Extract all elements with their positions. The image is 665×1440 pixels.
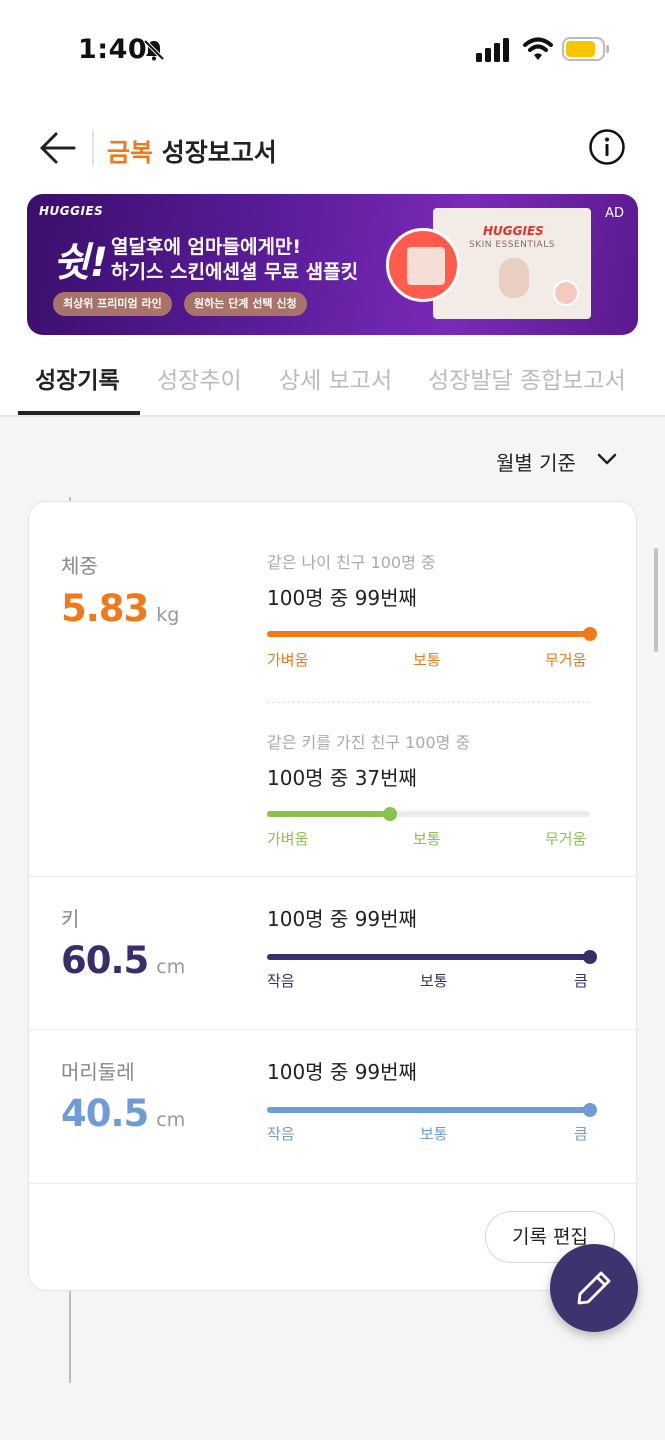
ad-product-brand: HUGGIES [483,224,544,238]
status-time: 1:40 [78,34,148,65]
timeline-line-lower [69,1291,71,1383]
weight-age-scale-high: 무거움 [545,651,587,669]
head-bar [267,1103,597,1117]
back-arrow-icon[interactable] [38,128,78,168]
tab-bar: 성장기록 성장추이 상세 보고서 성장발달 종합보고서 [0,335,665,417]
head-number: 40.5 [61,1092,149,1135]
header-divider [92,130,94,166]
head-label: 머리둘레 [61,1060,135,1084]
head-bar-fill [267,1107,590,1113]
height-bar-marker [583,950,597,964]
ad-sample-pack [407,247,445,285]
tab-growth-trend[interactable]: 성장추이 [157,361,242,395]
height-unit: cm [156,956,186,978]
weight-height-scale-mid: 보통 [413,830,441,848]
ad-product-badge [553,280,579,306]
head-scale-high: 큼 [574,1125,588,1143]
height-scale-low: 작음 [267,972,295,990]
head-scale-low: 작음 [267,1125,295,1143]
weight-height-caption: 같은 키를 가진 친구 100명 중 [267,733,471,752]
ad-baby-illustration [499,258,529,298]
weight-age-bar [267,627,597,641]
height-bar-fill [267,954,590,960]
weight-height-bar [267,807,590,821]
report-title: 성장보고서 [161,138,277,167]
battery-icon [562,37,609,61]
add-record-fab[interactable] [550,1244,638,1332]
ad-brand-logo: HUGGIES [39,204,104,218]
weight-unit: kg [156,604,180,626]
weight-age-rank: 100명 중 99번째 [267,586,417,610]
dashed-separator [267,702,590,703]
edit-section: 기록 편집 [29,1183,638,1290]
weight-age-scale-low: 가벼움 [267,651,309,669]
growth-record-card: 체중 5.83 kg 같은 나이 친구 100명 중 100명 중 99번째 가벼… [28,501,638,1291]
status-bar: 1:40 [0,0,665,100]
height-rank: 100명 중 99번째 [267,907,417,931]
weight-height-rank: 100명 중 37번째 [267,766,417,790]
signal-icon [476,38,509,62]
weight-height-bar-marker [382,807,397,821]
tab-development-report[interactable]: 성장발달 종합보고서 [428,361,626,395]
ad-headline-line2: 하기스 스킨에센셜 무료 샘플킷 [111,261,359,283]
active-tab-indicator [18,411,140,415]
bell-muted-icon [143,39,165,61]
scrollbar[interactable] [654,548,658,652]
top-app-bar: 금복 성장보고서 [0,100,665,194]
weight-age-bar-fill [267,631,590,637]
weight-label: 체중 [61,554,98,578]
head-value: 40.5 cm [61,1092,185,1135]
weight-height-bar-fill [267,811,390,817]
weight-number: 5.83 [61,587,149,630]
tab-growth-record[interactable]: 성장기록 [35,361,120,395]
head-section: 머리둘레 40.5 cm 100명 중 99번째 작음 보통 큼 [29,1029,638,1183]
page-title: 금복 성장보고서 [107,133,277,169]
ad-sample-kit-image [386,228,460,302]
weight-age-scale-mid: 보통 [413,651,441,669]
weight-age-bar-marker [583,627,597,641]
head-rank: 100명 중 99번째 [267,1060,417,1084]
height-scale-mid: 보통 [420,972,448,990]
ad-headline-big: 쉿! [53,240,109,286]
head-bar-marker [583,1103,597,1117]
weight-height-scale-high: 무거움 [545,830,587,848]
tab-detail-report[interactable]: 상세 보고서 [279,361,392,395]
weight-value: 5.83 kg [61,587,179,630]
ad-product-sub: SKIN ESSENTIALS [469,240,555,250]
weight-section: 체중 5.83 kg 같은 나이 친구 100명 중 100명 중 99번째 가벼… [29,502,638,876]
ad-label: AD [605,206,624,221]
sort-select[interactable]: 월별 기준 [496,447,576,476]
info-icon[interactable] [588,128,626,166]
weight-age-caption: 같은 나이 친구 100명 중 [267,553,436,572]
height-scale-high: 큼 [574,972,588,990]
height-bar [267,950,597,964]
height-number: 60.5 [61,939,149,982]
weight-height-scale-low: 가벼움 [267,830,309,848]
ad-pill-premium: 최상위 프리미엄 라인 [53,292,172,316]
child-name: 금복 [107,138,154,167]
wifi-icon [523,37,553,60]
height-value: 60.5 cm [61,939,185,982]
height-section: 키 60.5 cm 100명 중 99번째 작음 보통 큼 [29,876,638,1029]
head-unit: cm [156,1109,186,1131]
height-label: 키 [61,907,80,931]
head-scale-mid: 보통 [420,1125,448,1143]
pencil-icon [577,1271,611,1305]
ad-pill-select: 원하는 단계 선택 신청 [184,292,307,316]
ad-banner[interactable]: HUGGIES 쉿! 열달후에 엄마들에게만! 하기스 스킨에센셜 무료 샘플킷… [27,194,638,335]
ad-headline-line1: 열달후에 엄마들에게만! [111,236,302,258]
chevron-down-icon[interactable] [596,449,618,469]
